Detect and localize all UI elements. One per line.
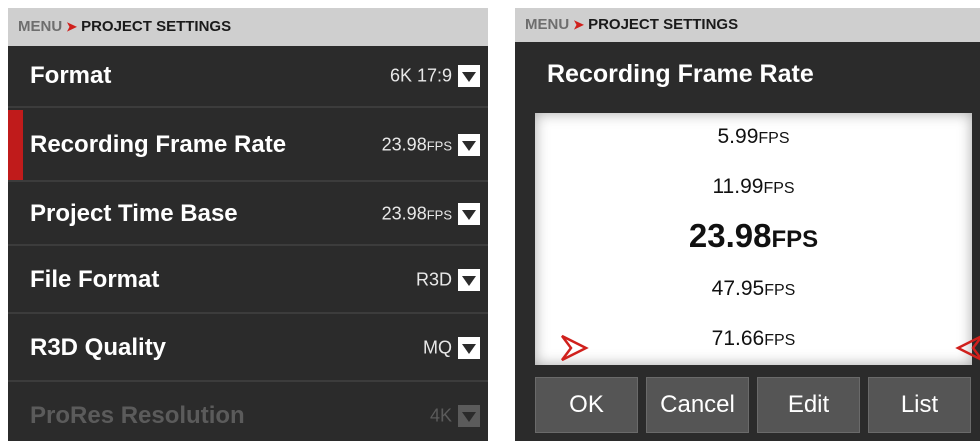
- menu-row-prores-resolution: ProRes Resolution 4K: [8, 384, 488, 441]
- breadcrumb: MENU ➤ PROJECT SETTINGS: [515, 8, 980, 42]
- row-label: Recording Frame Rate: [30, 131, 287, 158]
- row-value: 23.98FPS: [381, 203, 452, 224]
- selector-arrow-left-icon: [955, 335, 980, 361]
- breadcrumb-root[interactable]: MENU: [18, 18, 62, 35]
- breadcrumb-arrow-icon: ➤: [573, 17, 585, 32]
- picker-option[interactable]: 47.95FPS: [535, 277, 972, 301]
- row-value: R3D: [415, 269, 452, 290]
- row-value: 4K: [429, 405, 452, 426]
- chevron-down-icon[interactable]: [458, 65, 480, 87]
- breadcrumb-current: PROJECT SETTINGS: [81, 18, 232, 35]
- row-value: MQ: [423, 337, 452, 358]
- list-button[interactable]: List: [868, 377, 971, 433]
- chevron-down-icon[interactable]: [458, 134, 480, 156]
- chevron-down-icon[interactable]: [458, 203, 480, 225]
- frame-rate-dialog: MENU ➤ PROJECT SETTINGS Recording Frame Ra…: [515, 8, 980, 441]
- chevron-down-icon: [458, 405, 480, 427]
- breadcrumb-current: PROJECT SETTINGS: [588, 16, 739, 33]
- breadcrumb-root[interactable]: MENU: [525, 16, 569, 33]
- breadcrumb-arrow-icon: ➤: [66, 19, 78, 34]
- picker-option[interactable]: 11.99FPS: [535, 175, 972, 199]
- menu-row-project-time-base[interactable]: Project Time Base 23.98FPS: [8, 184, 488, 246]
- row-label: R3D Quality: [30, 334, 167, 361]
- row-value: 23.98FPS: [381, 134, 452, 155]
- dialog-title: Recording Frame Rate: [547, 60, 814, 88]
- chevron-down-icon[interactable]: [458, 337, 480, 359]
- row-label: File Format: [30, 266, 160, 293]
- row-label: Format: [30, 62, 112, 89]
- picker-option[interactable]: 5.99FPS: [535, 125, 972, 149]
- breadcrumb: MENU ➤ PROJECT SETTINGS: [8, 8, 488, 46]
- project-settings-menu: MENU ➤ PROJECT SETTINGS Format 6K 17:9 Rec…: [8, 8, 488, 441]
- selector-arrow-right-icon: [561, 334, 589, 362]
- menu-row-r3d-quality[interactable]: R3D Quality MQ: [8, 316, 488, 382]
- menu-row-format[interactable]: Format 6K 17:9: [8, 46, 488, 108]
- picker-option[interactable]: 71.66FPS: [535, 327, 972, 351]
- cancel-button[interactable]: Cancel: [646, 377, 749, 433]
- ok-button[interactable]: OK: [535, 377, 638, 433]
- edit-button[interactable]: Edit: [757, 377, 860, 433]
- chevron-down-icon[interactable]: [458, 269, 480, 291]
- menu-row-file-format[interactable]: File Format R3D: [8, 248, 488, 314]
- menu-row-recording-frame-rate[interactable]: Recording Frame Rate 23.98FPS: [8, 110, 488, 182]
- picker-option-selected[interactable]: 23.98FPS: [535, 217, 972, 255]
- row-label: Project Time Base: [30, 200, 238, 227]
- row-value: 6K 17:9: [389, 65, 452, 86]
- frame-rate-picker[interactable]: 5.99FPS 11.99FPS 23.98FPS 47.95FPS 71.66…: [535, 113, 980, 365]
- row-label: ProRes Resolution: [30, 402, 245, 429]
- selection-indicator: [8, 110, 23, 180]
